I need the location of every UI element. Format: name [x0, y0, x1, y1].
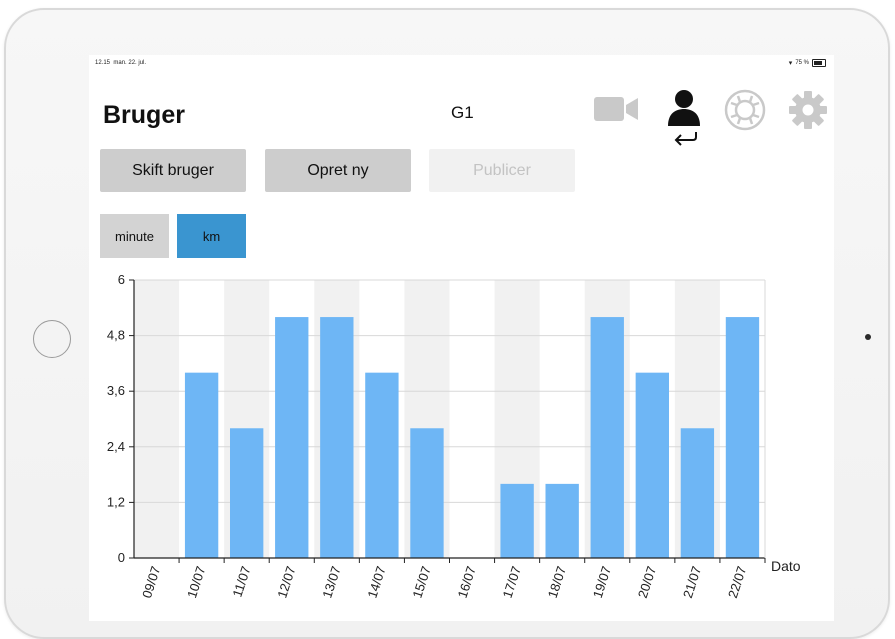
x-tick-label: 13/07 [319, 564, 343, 600]
toggle-km[interactable]: km [177, 214, 246, 258]
bar [230, 428, 264, 558]
gear-icon[interactable] [786, 88, 830, 132]
y-tick-label: 2,4 [107, 439, 125, 454]
x-tick-label: 11/07 [230, 564, 254, 599]
y-tick-label: 4,8 [107, 328, 125, 343]
bar [725, 317, 760, 558]
column-band [134, 280, 180, 558]
x-tick-label: 14/07 [364, 564, 388, 600]
y-tick-label: 0 [118, 550, 125, 565]
status-time: 12.15 man. 22. jul. [95, 60, 146, 66]
toggle-minute[interactable]: minute [100, 214, 169, 258]
publish-button: Publicer [429, 149, 575, 192]
x-tick-label: 21/07 [680, 564, 704, 600]
bar [680, 428, 715, 558]
bar [320, 317, 354, 558]
switch-user-button[interactable]: Skift bruger [100, 149, 246, 192]
tablet-frame: 12.15 man. 22. jul. ▾ 75 % Bruger G1 Ski… [4, 8, 890, 639]
status-date: man. 22. jul. [113, 60, 147, 66]
user-icon[interactable] [663, 88, 705, 128]
bar [365, 372, 399, 558]
distance-bar-chart: 0 1,2 2,4 3,6 4,8 6 09/07 10/07 11/07 12/07 13/07 1… [107, 272, 801, 600]
bar [545, 483, 579, 558]
x-tick-label: 19/07 [590, 564, 614, 600]
x-tick-label: 12/07 [274, 564, 298, 600]
battery-percent: 75 % [795, 60, 809, 66]
home-button[interactable] [33, 320, 71, 358]
x-tick-label: 17/07 [500, 564, 524, 600]
bar [275, 317, 309, 558]
page-title: Bruger [103, 101, 185, 129]
x-tick-label: 18/07 [545, 564, 569, 600]
x-tick-label: 09/07 [139, 564, 163, 600]
y-tick-label: 1,2 [107, 494, 125, 509]
x-tick-label: 10/07 [184, 564, 208, 600]
y-tick-label: 3,6 [107, 383, 125, 398]
return-arrow-icon[interactable] [672, 128, 700, 146]
bar [500, 483, 534, 558]
app-screen: 12.15 man. 22. jul. ▾ 75 % Bruger G1 Ski… [89, 55, 834, 621]
x-tick-label: 15/07 [409, 564, 433, 600]
create-new-button[interactable]: Opret ny [265, 149, 411, 192]
x-tick-label: 16/07 [455, 564, 479, 600]
wifi-icon: ▾ [788, 60, 793, 67]
status-bar: 12.15 man. 22. jul. ▾ 75 % [89, 55, 834, 69]
x-tick-label: 20/07 [635, 564, 659, 600]
status-indicators: ▾ 75 % [789, 59, 826, 67]
x-axis-label: Dato [771, 558, 801, 574]
video-camera-icon[interactable] [592, 92, 640, 126]
bar [590, 317, 624, 558]
bar [410, 428, 444, 558]
battery-icon [812, 59, 826, 67]
bar [635, 372, 669, 558]
group-label: G1 [451, 103, 474, 122]
front-camera-icon [865, 334, 871, 340]
lifebuoy-icon[interactable] [723, 88, 767, 132]
bar [184, 372, 219, 558]
y-tick-label: 6 [118, 272, 125, 287]
status-clock: 12.15 [95, 60, 111, 66]
x-tick-label: 22/07 [725, 564, 749, 600]
